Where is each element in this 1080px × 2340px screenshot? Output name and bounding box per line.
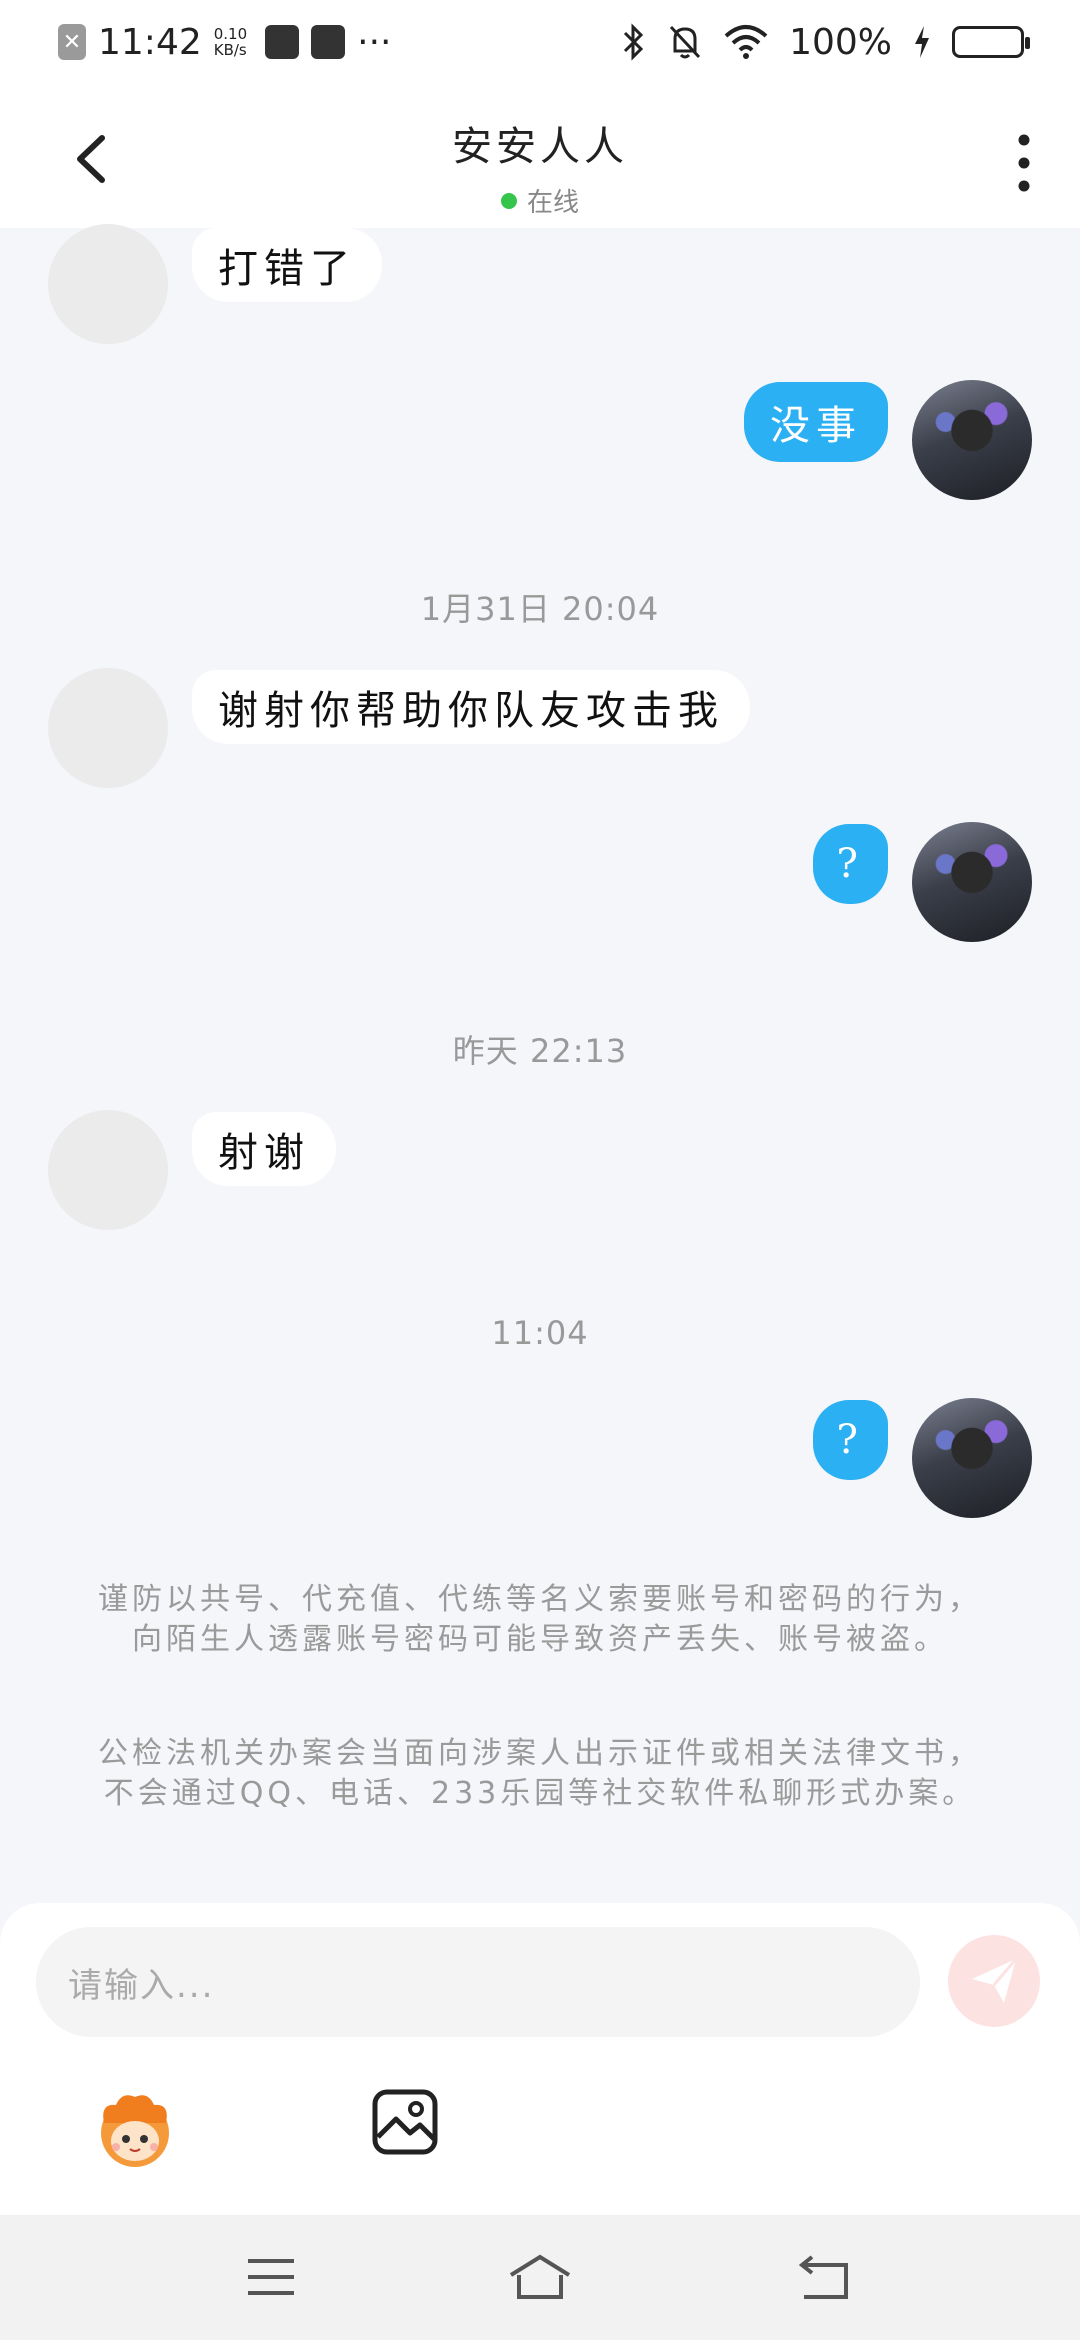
peer-avatar[interactable]	[48, 668, 168, 788]
chat-header: 安安人人 在线	[0, 84, 1080, 228]
my-avatar[interactable]	[912, 380, 1032, 500]
message-bubble-me[interactable]: ?	[812, 1400, 888, 1480]
chat-screen: ✕ 11:42 0.10 KB/s ··· 100% 安安人人 在线 打错了 没…	[0, 0, 1080, 2340]
online-status-label: 在线	[526, 188, 579, 218]
message-composer: 请输入...	[0, 1903, 1080, 2215]
network-speed-unit: KB/s	[213, 41, 247, 59]
status-left: ✕ 11:42 0.10 KB/s ···	[58, 22, 392, 63]
back-icon	[798, 2255, 848, 2299]
home-icon	[509, 2254, 571, 2299]
recent-apps-button[interactable]	[236, 2249, 306, 2305]
shopping-bag-icon	[311, 25, 346, 59]
message-input[interactable]: 请输入...	[36, 1927, 920, 2037]
message-bubble-me[interactable]: 没事	[744, 382, 888, 462]
message-timestamp: 11:04	[491, 1314, 589, 1352]
status-more: ···	[357, 21, 392, 63]
network-speed-value: 0.10	[213, 25, 248, 43]
send-button[interactable]	[948, 1935, 1040, 2027]
message-bubble-peer[interactable]: 谢射你帮助你队友攻击我	[192, 670, 750, 744]
message-bubble-peer[interactable]: 打错了	[192, 228, 382, 302]
more-vertical-icon	[1018, 134, 1030, 192]
menu-icon	[248, 2259, 294, 2295]
online-dot-icon	[500, 192, 517, 209]
message-timestamp: 昨天 22:13	[452, 1032, 628, 1070]
bluetooth-icon	[619, 23, 647, 61]
sim-icon	[265, 25, 300, 59]
message-timestamp: 1月31日 20:04	[420, 590, 660, 628]
system-nav-bar	[0, 2215, 1080, 2340]
legal-notice: 公检法机关办案会当面向涉案人出示证件或相关法律文书，不会通过QQ、电话、233乐…	[98, 1736, 982, 1811]
more-options-button[interactable]	[1006, 128, 1042, 198]
back-nav-button[interactable]	[790, 2249, 860, 2305]
emoji-mascot-icon	[101, 2095, 169, 2167]
battery-percent: 100%	[789, 21, 892, 63]
security-notice: 谨防以共号、代充值、代练等名义索要账号和密码的行为，向陌生人透露账号密码可能导致…	[98, 1582, 982, 1657]
status-time: 11:42	[98, 21, 202, 63]
peer-avatar[interactable]	[48, 1110, 168, 1230]
mute-icon	[667, 23, 703, 61]
send-icon	[972, 1958, 1018, 2003]
image-icon	[372, 2089, 438, 2155]
status-bar: ✕ 11:42 0.10 KB/s ··· 100%	[0, 0, 1080, 84]
message-bubble-peer[interactable]: 射谢	[192, 1112, 336, 1186]
status-right: 100%	[619, 21, 1030, 63]
message-list[interactable]: 打错了 没事 1月31日 20:04 谢射你帮助你队友攻击我 ? 昨天 22:1…	[0, 224, 1080, 1903]
emoji-button[interactable]	[90, 2083, 180, 2173]
message-bubble-me[interactable]: ?	[812, 824, 888, 904]
contact-name: 安安人人	[452, 124, 628, 170]
close-notification-icon: ✕	[58, 24, 86, 60]
wifi-icon	[723, 24, 769, 60]
online-status: 在线	[0, 182, 1080, 219]
my-avatar[interactable]	[912, 1398, 1032, 1518]
network-speed: 0.10 KB/s	[214, 26, 247, 58]
home-button[interactable]	[505, 2249, 575, 2305]
chat-title-area: 安安人人 在线	[0, 114, 1080, 219]
image-button[interactable]	[370, 2087, 440, 2157]
battery-icon	[952, 26, 1030, 58]
my-avatar[interactable]	[912, 822, 1032, 942]
peer-avatar[interactable]	[48, 224, 168, 344]
charging-icon	[912, 24, 932, 60]
